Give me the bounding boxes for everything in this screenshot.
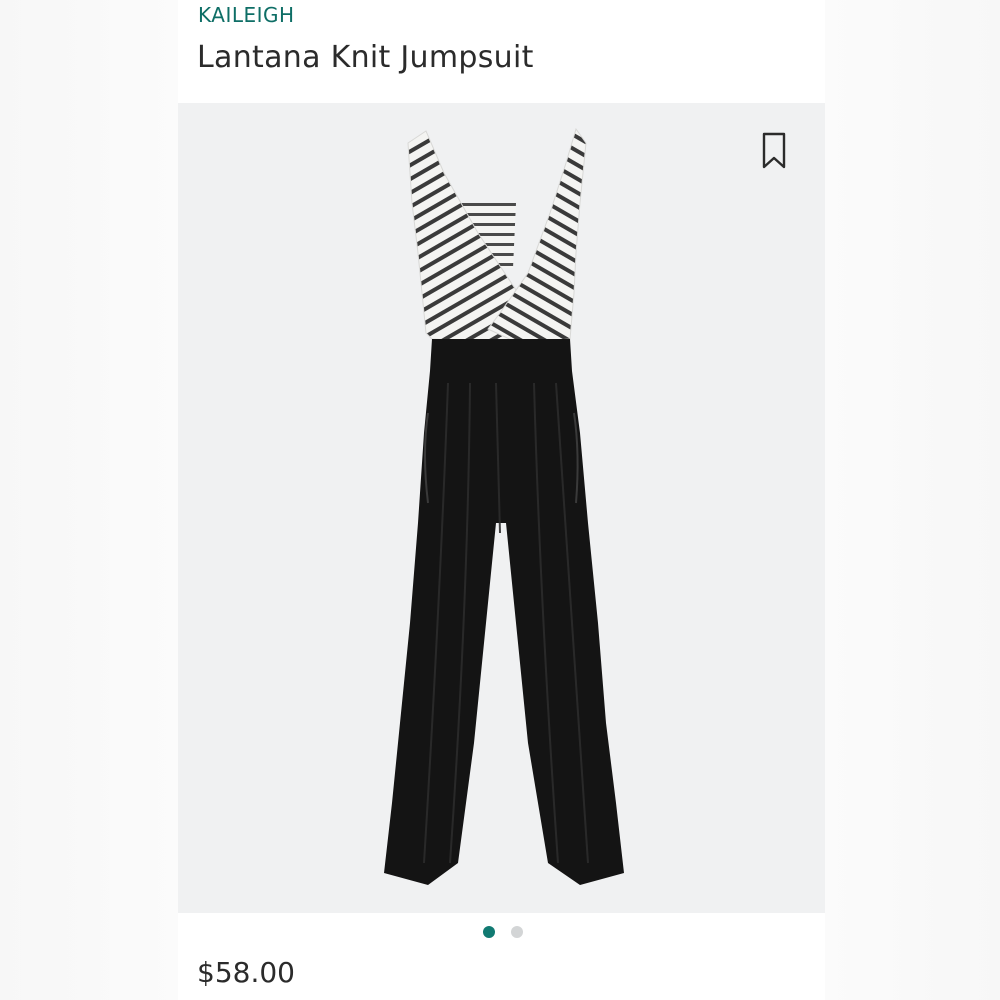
jumpsuit-image	[384, 127, 624, 885]
background-right	[825, 0, 1000, 1000]
carousel-dot-1[interactable]	[483, 926, 495, 938]
product-price: $58.00	[197, 956, 295, 989]
brand-name[interactable]: KAILEIGH	[198, 3, 295, 27]
product-image-carousel[interactable]	[178, 103, 825, 913]
carousel-pagination	[178, 926, 825, 942]
bookmark-icon[interactable]	[759, 131, 789, 171]
product-card: KAILEIGH Lantana Knit Jumpsuit $58.00	[178, 0, 825, 1000]
background-left	[0, 0, 178, 1000]
carousel-dot-2[interactable]	[511, 926, 523, 938]
product-title: Lantana Knit Jumpsuit	[197, 40, 534, 75]
